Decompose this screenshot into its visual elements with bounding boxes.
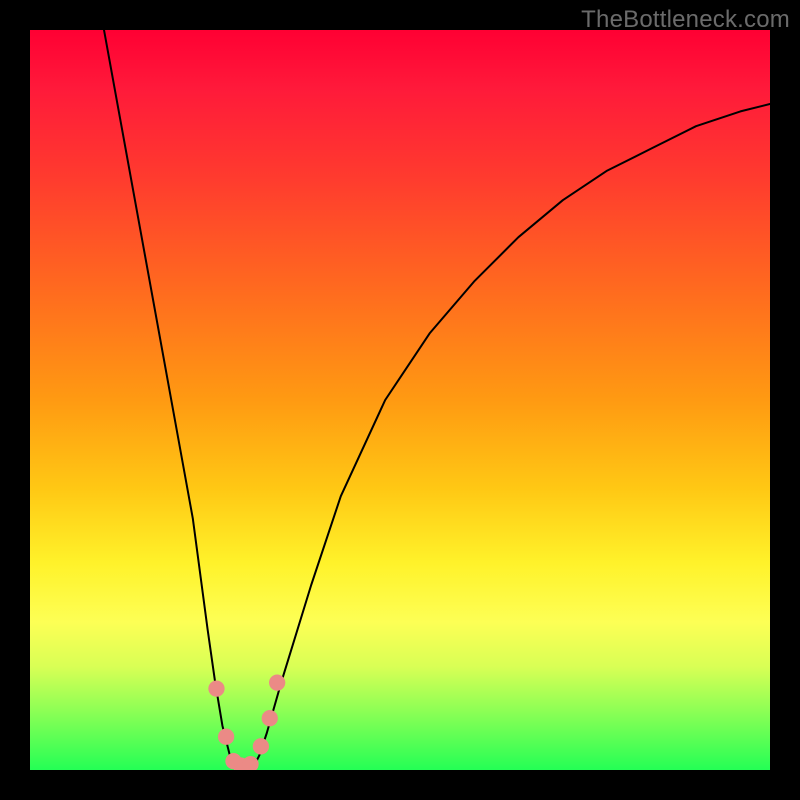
curve-bottleneck-curve: [104, 30, 770, 770]
marker-7: [262, 710, 278, 726]
marker-1: [208, 680, 224, 696]
marker-6: [253, 738, 269, 754]
marker-5: [242, 756, 258, 770]
watermark-text: TheBottleneck.com: [581, 6, 790, 34]
bottleneck-chart: [30, 30, 770, 770]
marker-8: [269, 675, 285, 691]
plot-area: [30, 30, 770, 770]
marker-2: [218, 729, 234, 745]
chart-frame: TheBottleneck.com: [0, 0, 800, 800]
